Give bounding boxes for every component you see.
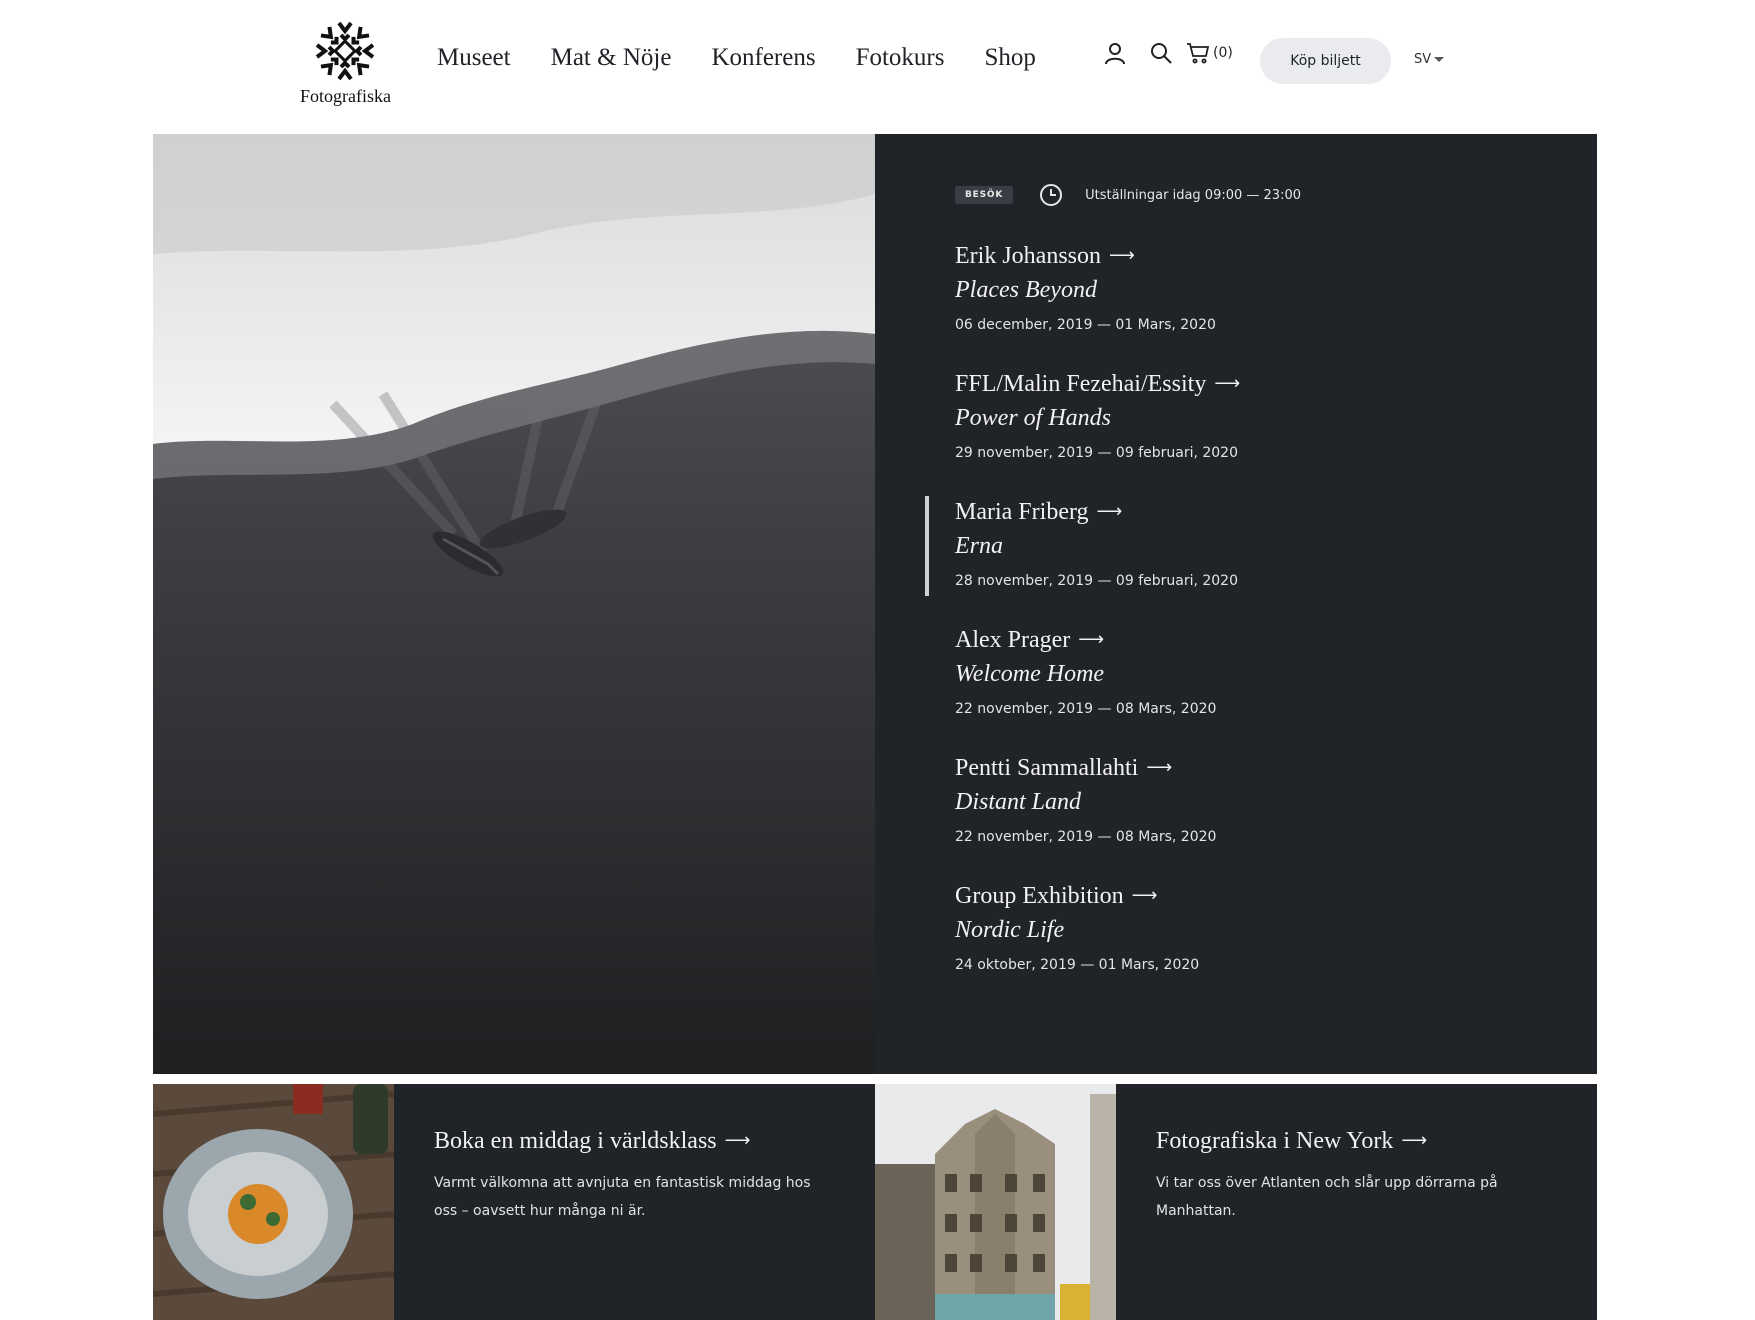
opening-hours: Utställningar idag 09:00 — 23:00 bbox=[1085, 187, 1301, 203]
dinner-card[interactable]: Boka en middag i världsklass ⟶ Varmt välk… bbox=[394, 1084, 875, 1320]
exhibition-artist: Alex Prager bbox=[955, 627, 1071, 653]
nav-museet[interactable]: Museet bbox=[437, 44, 511, 72]
exhibition-title: Erna bbox=[955, 533, 1003, 559]
chevron-down-icon bbox=[1434, 57, 1445, 62]
buy-ticket-button[interactable]: Köp biljett bbox=[1260, 38, 1391, 84]
language-selector[interactable]: SV bbox=[1414, 52, 1445, 67]
arrow-right-icon: ⟶ bbox=[1401, 1130, 1428, 1151]
search-icon[interactable] bbox=[1146, 38, 1176, 68]
exhibition-item[interactable]: Erik Johansson ⟶ Places Beyond 06 decembe… bbox=[955, 240, 1515, 368]
new-york-card[interactable]: Fotografiska i New York ⟶ Vi tar oss över… bbox=[1116, 1084, 1597, 1320]
card-description: Varmt välkomna att avnjuta en fantastisk… bbox=[434, 1175, 811, 1219]
logo-text: Fotografiska bbox=[300, 86, 391, 106]
arrow-right-icon: ⟶ bbox=[1131, 885, 1158, 906]
arrow-right-icon: ⟶ bbox=[1096, 501, 1123, 522]
visit-info: BESÖK Utställningar idag 09:00 — 23:00 bbox=[955, 183, 1301, 207]
card-description: Vi tar oss över Atlanten och slår upp dö… bbox=[1156, 1175, 1498, 1219]
nav-konferens[interactable]: Konferens bbox=[711, 44, 815, 72]
main-nav: Museet Mat & Nöje Konferens Fotokurs Sho… bbox=[437, 44, 1076, 72]
nav-shop[interactable]: Shop bbox=[984, 44, 1035, 72]
hero-image bbox=[153, 134, 875, 1074]
exhibition-dates: 22 november, 2019 — 08 Mars, 2020 bbox=[955, 701, 1217, 717]
exhibition-artist: Maria Friberg bbox=[955, 499, 1089, 525]
fotografiska-logo[interactable]: Fotografiska bbox=[300, 18, 391, 107]
exhibition-artist: FFL/Malin Fezehai/Essity bbox=[955, 371, 1207, 397]
exhibition-item-active[interactable]: Maria Friberg ⟶ Erna 28 november, 2019 — … bbox=[925, 496, 1515, 624]
exhibition-item[interactable]: Alex Prager ⟶ Welcome Home 22 november, 2… bbox=[955, 624, 1515, 752]
exhibition-title: Distant Land bbox=[955, 789, 1082, 815]
exhibition-title: Welcome Home bbox=[955, 661, 1105, 687]
exhibition-item[interactable]: Group Exhibition ⟶ Nordic Life 24 oktober… bbox=[955, 880, 1515, 1008]
language-label: SV bbox=[1414, 52, 1432, 67]
exhibition-dates: 29 november, 2019 — 09 februari, 2020 bbox=[955, 445, 1239, 461]
arrow-right-icon: ⟶ bbox=[1214, 373, 1241, 394]
exhibition-title: Places Beyond bbox=[955, 277, 1097, 303]
cart-button[interactable]: (0) bbox=[1186, 42, 1233, 64]
card-title: Boka en middag i världsklass bbox=[434, 1128, 717, 1154]
dinner-image[interactable] bbox=[153, 1084, 394, 1320]
clock-icon bbox=[1040, 184, 1063, 206]
nav-mat-noje[interactable]: Mat & Nöje bbox=[551, 44, 672, 72]
exhibition-title: Nordic Life bbox=[955, 917, 1065, 943]
arrow-right-icon: ⟶ bbox=[1146, 757, 1173, 778]
cart-count: (0) bbox=[1213, 45, 1233, 61]
exhibition-item[interactable]: FFL/Malin Fezehai/Essity ⟶ Power of Hands… bbox=[955, 368, 1515, 496]
exhibition-dates: 22 november, 2019 — 08 Mars, 2020 bbox=[955, 829, 1217, 845]
nav-fotokurs[interactable]: Fotokurs bbox=[856, 44, 945, 72]
arrow-right-icon: ⟶ bbox=[724, 1130, 751, 1151]
new-york-image[interactable] bbox=[875, 1084, 1116, 1320]
active-indicator bbox=[925, 496, 929, 596]
exhibition-artist: Group Exhibition bbox=[955, 883, 1124, 909]
logo-mark-icon bbox=[315, 21, 375, 81]
user-icon[interactable] bbox=[1100, 38, 1130, 68]
card-title: Fotografiska i New York bbox=[1156, 1128, 1394, 1154]
exhibition-dates: 24 oktober, 2019 — 01 Mars, 2020 bbox=[955, 957, 1200, 973]
visit-badge: BESÖK bbox=[955, 186, 1014, 204]
arrow-right-icon: ⟶ bbox=[1109, 245, 1135, 266]
header-tools: (0) bbox=[1100, 38, 1233, 68]
exhibition-artist: Erik Johansson bbox=[955, 243, 1101, 269]
cart-icon bbox=[1187, 43, 1210, 64]
arrow-right-icon: ⟶ bbox=[1078, 629, 1105, 650]
exhibition-title: Power of Hands bbox=[955, 405, 1111, 431]
exhibitions-panel: BESÖK Utställningar idag 09:00 — 23:00 E… bbox=[875, 134, 1597, 1074]
exhibition-dates: 06 december, 2019 — 01 Mars, 2020 bbox=[955, 317, 1216, 333]
exhibition-artist: Pentti Sammallahti bbox=[955, 755, 1139, 781]
exhibition-item[interactable]: Pentti Sammallahti ⟶ Distant Land 22 nove… bbox=[955, 752, 1515, 880]
exhibition-list: Erik Johansson ⟶ Places Beyond 06 decembe… bbox=[925, 240, 1515, 1008]
exhibition-dates: 28 november, 2019 — 09 februari, 2020 bbox=[955, 573, 1239, 589]
